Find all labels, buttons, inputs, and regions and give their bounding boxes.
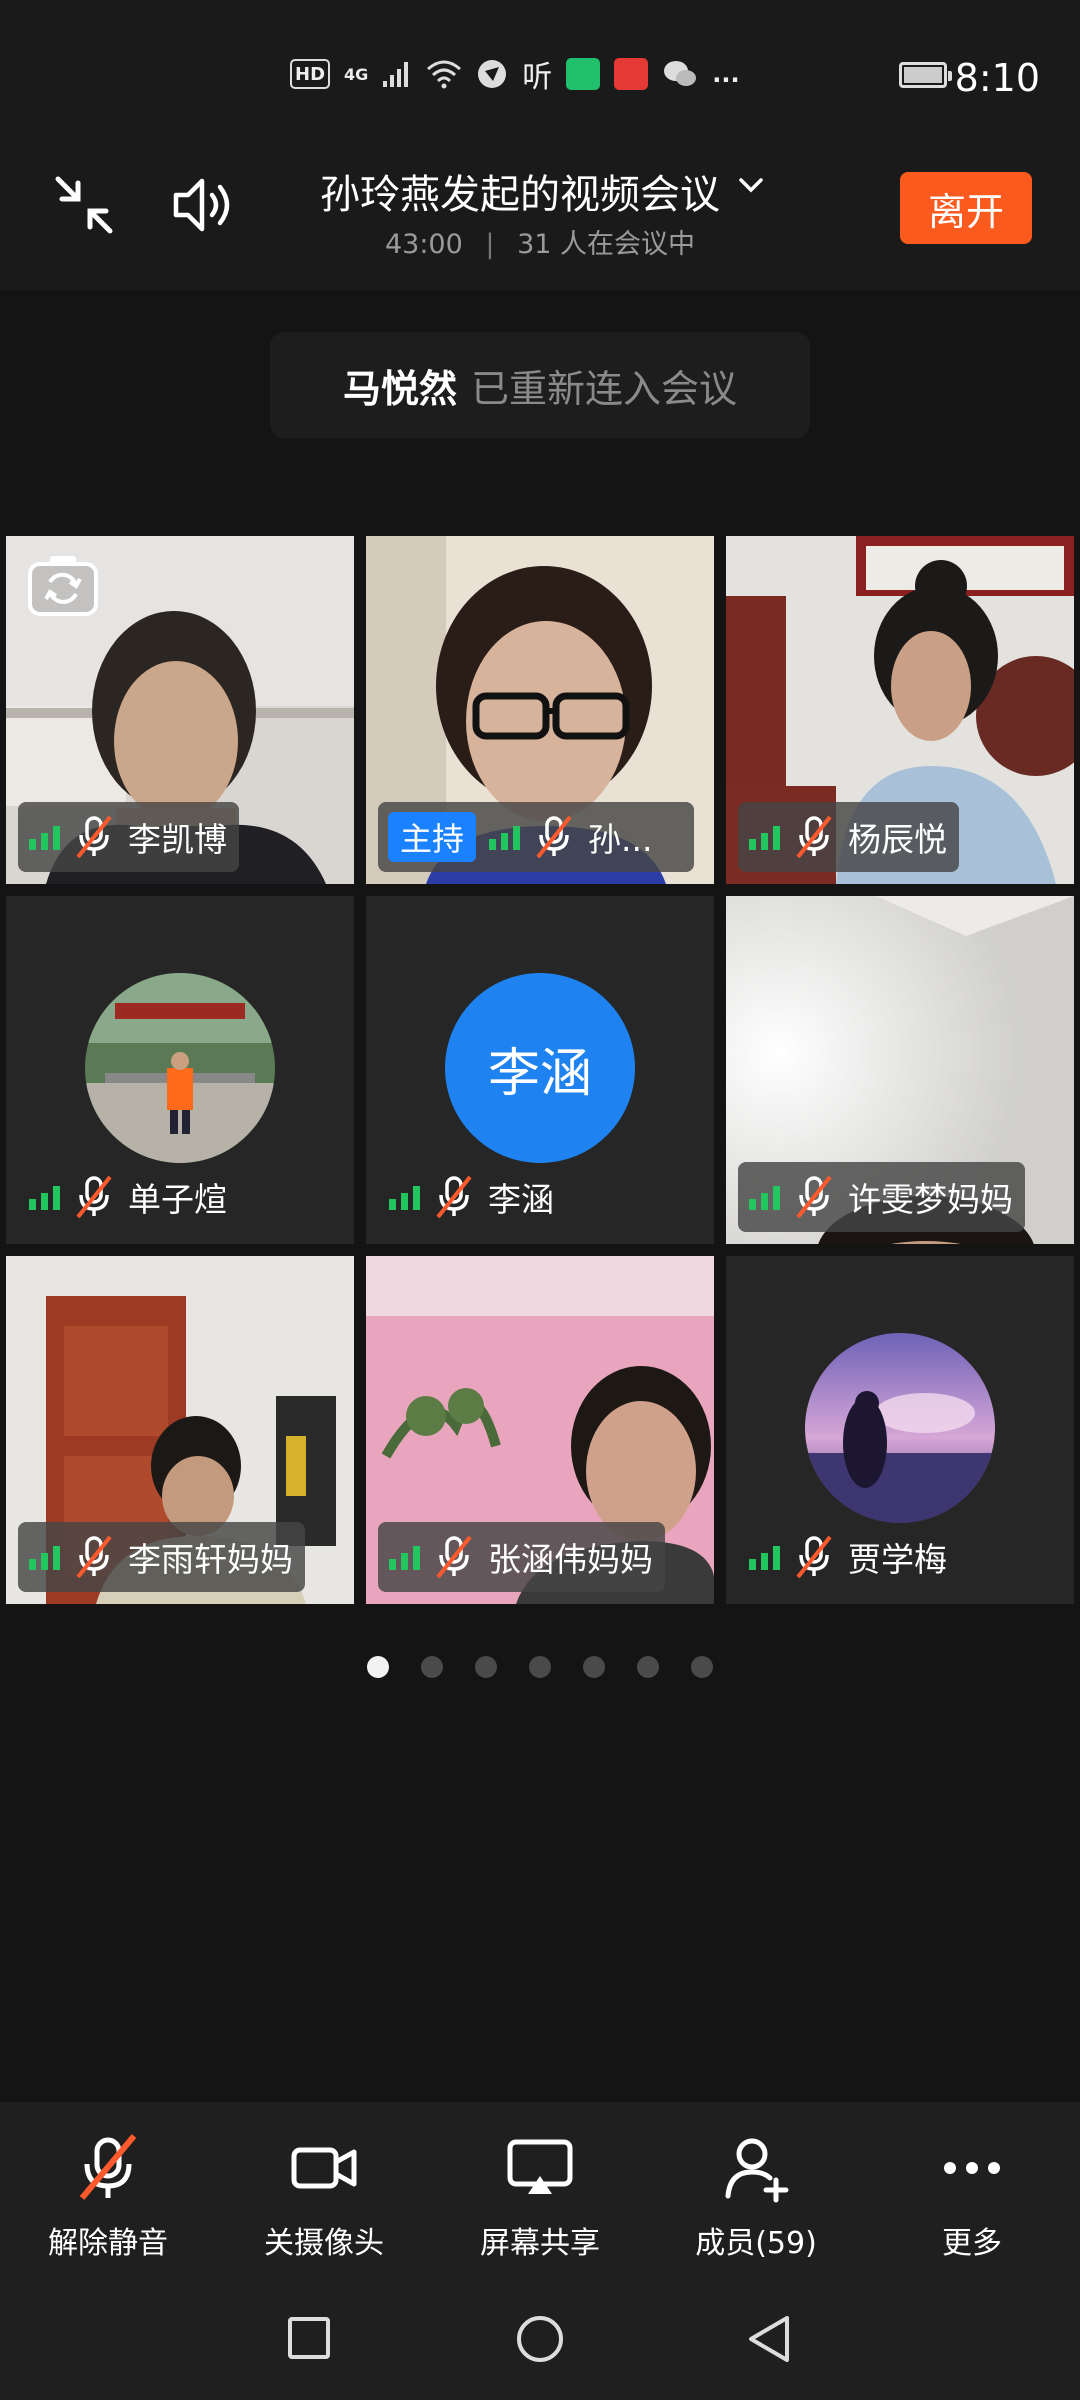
signal-strength-icon xyxy=(28,1183,62,1211)
participant-name: 单子煊 xyxy=(128,1180,227,1219)
mic-muted-icon xyxy=(434,1175,474,1219)
signal-strength-icon xyxy=(488,823,522,851)
more-button[interactable]: 更多 xyxy=(864,2132,1080,2262)
mic-muted-icon xyxy=(434,1535,474,1579)
share-screen-button[interactable]: 屏幕共享 xyxy=(432,2132,648,2262)
participant-name-tag: 李雨轩妈妈 xyxy=(18,1522,305,1592)
host-badge: 主持 xyxy=(388,812,477,862)
page-dot[interactable] xyxy=(637,1656,659,1678)
ting-app-icon: 听 xyxy=(522,60,553,95)
participant-tile[interactable]: 许雯梦妈妈 xyxy=(726,896,1074,1244)
members-button[interactable]: 成员(59) xyxy=(648,2132,864,2262)
participant-avatar xyxy=(805,1333,995,1523)
meeting-toolbar: 解除静音 关摄像头 屏幕共享 成员(59) 更多 xyxy=(0,2102,1080,2274)
mic-muted-icon xyxy=(794,1535,834,1579)
mic-muted-icon xyxy=(74,1175,114,1219)
participant-name: 李雨轩妈妈 xyxy=(128,1540,293,1579)
participant-name-tag: 李凯博 xyxy=(18,802,239,872)
participant-name: 张涵伟妈妈 xyxy=(488,1540,653,1579)
participant-tile[interactable]: 李雨轩妈妈 xyxy=(6,1256,354,1604)
share-screen-label: 屏幕共享 xyxy=(480,2226,600,2261)
app-icon xyxy=(566,58,601,90)
signal-strength-icon xyxy=(748,1183,782,1211)
app-icon xyxy=(478,60,507,88)
participant-name: 孙... xyxy=(588,820,653,859)
toast-name: 马悦然 xyxy=(342,366,457,411)
signal-strength-icon xyxy=(28,823,62,851)
more-indicator-icon: ... xyxy=(712,60,740,88)
more-label: 更多 xyxy=(942,2226,1002,2261)
video-camera-icon xyxy=(291,2147,357,2189)
participant-tile[interactable]: 张涵伟妈妈 xyxy=(366,1256,714,1604)
participant-name: 李凯博 xyxy=(128,820,227,859)
unmute-label: 解除静音 xyxy=(48,2226,168,2261)
participant-name-tag: 李涵 xyxy=(378,1162,566,1232)
participant-name-tag: 单子煊 xyxy=(18,1162,239,1232)
page-dot[interactable] xyxy=(529,1656,551,1678)
page-dot[interactable] xyxy=(475,1656,497,1678)
camera-off-label: 关摄像头 xyxy=(264,2226,384,2261)
meeting-elapsed: 43:00 xyxy=(384,229,463,260)
chevron-down-icon[interactable] xyxy=(738,172,764,198)
wechat-icon xyxy=(664,61,697,86)
page-dot[interactable] xyxy=(691,1656,713,1678)
mic-muted-icon xyxy=(74,815,114,859)
switch-camera-icon[interactable] xyxy=(26,552,100,622)
app-icon xyxy=(614,58,649,90)
participant-avatar xyxy=(85,973,275,1163)
recent-apps-icon[interactable] xyxy=(287,2316,331,2360)
page-dot[interactable] xyxy=(583,1656,605,1678)
toast-message: 已重新连入会议 xyxy=(471,366,738,411)
participant-tile[interactable]: 杨辰悦 xyxy=(726,536,1074,884)
signal-strength-icon xyxy=(748,823,782,851)
screen-share-icon xyxy=(507,2139,573,2194)
members-label: 成员(59) xyxy=(695,2226,817,2261)
leave-button[interactable]: 离开 xyxy=(900,172,1032,244)
signal-strength-icon xyxy=(748,1543,782,1571)
mic-muted-icon xyxy=(79,2134,137,2200)
signal-strength-icon xyxy=(388,1183,422,1211)
camera-off-button[interactable]: 关摄像头 xyxy=(216,2132,432,2262)
hd-icon: HD xyxy=(290,59,331,89)
signal-strength-icon xyxy=(388,1543,422,1571)
participant-name-tag: 张涵伟妈妈 xyxy=(378,1522,665,1592)
network-4g-icon: 4G xyxy=(344,64,369,84)
status-indicators: HD 4G 听 ... xyxy=(290,58,740,95)
participant-name-tag: 许雯梦妈妈 xyxy=(738,1162,1025,1232)
participant-name: 李涵 xyxy=(488,1180,554,1219)
participant-name-tag: 杨辰悦 xyxy=(738,802,959,872)
participant-tile[interactable]: 李涵 李涵 xyxy=(366,896,714,1244)
participant-name: 许雯梦妈妈 xyxy=(848,1180,1013,1219)
back-icon[interactable] xyxy=(745,2314,791,2364)
home-icon[interactable] xyxy=(515,2314,565,2364)
reconnect-toast: 马悦然 已重新连入会议 xyxy=(270,332,810,438)
battery-icon xyxy=(899,62,952,88)
participant-tile[interactable]: 单子煊 xyxy=(6,896,354,1244)
participant-tile[interactable]: 贾学梅 xyxy=(726,1256,1074,1604)
page-dot[interactable] xyxy=(421,1656,443,1678)
signal-strength-icon xyxy=(28,1543,62,1571)
page-indicator xyxy=(367,1656,713,1678)
participant-name-tag: 主持 孙... xyxy=(378,802,694,872)
system-nav-bar xyxy=(0,2274,1080,2400)
wifi-icon xyxy=(427,60,462,89)
participant-name-tag: 贾学梅 xyxy=(738,1522,959,1592)
unmute-button[interactable]: 解除静音 xyxy=(0,2132,216,2262)
add-person-icon xyxy=(725,2138,789,2203)
mic-muted-icon xyxy=(794,1175,834,1219)
participant-tile[interactable]: 李凯博 xyxy=(6,536,354,884)
page-dot[interactable] xyxy=(367,1656,389,1678)
separator: | xyxy=(485,229,495,260)
mic-muted-icon xyxy=(534,815,574,859)
mic-muted-icon xyxy=(74,1535,114,1579)
participant-name: 贾学梅 xyxy=(848,1540,947,1579)
mic-muted-icon xyxy=(794,815,834,859)
participant-avatar: 李涵 xyxy=(445,973,635,1163)
participant-tile[interactable]: 主持 孙... xyxy=(366,536,714,884)
clock: 8:10 xyxy=(954,56,1040,100)
more-dots-icon xyxy=(944,2162,1000,2174)
signal-icon xyxy=(383,62,409,87)
participant-name: 杨辰悦 xyxy=(848,820,947,859)
meeting-attendance: 31 人在会议中 xyxy=(517,229,696,260)
